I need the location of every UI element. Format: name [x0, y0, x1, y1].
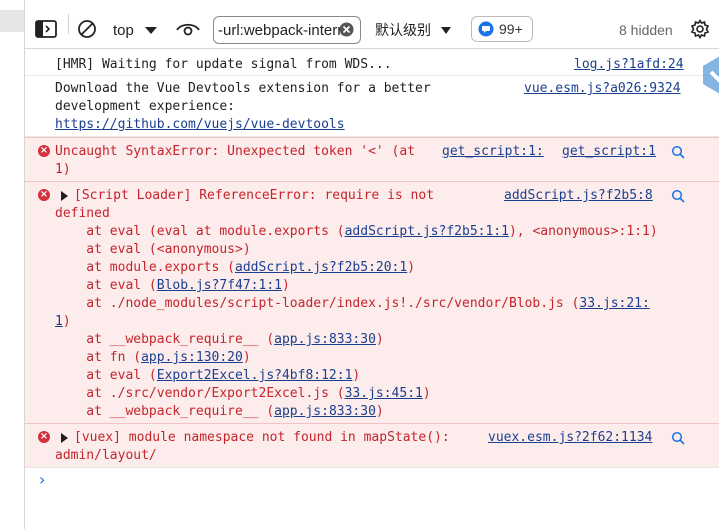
stack-text: at eval (<anonymous>) [55, 242, 251, 257]
stack-text: at __webpack_require__ ( [55, 404, 275, 419]
context-label: top [113, 21, 134, 39]
error-text: Uncaught SyntaxError: Unexpected token '… [55, 144, 423, 159]
stack-link[interactable]: Export2Excel.js?4bf8:12:1 [157, 368, 353, 383]
error-message: × Uncaught SyntaxError: Unexpected token… [25, 137, 719, 181]
filter-input[interactable] [214, 21, 344, 39]
stack-link[interactable]: app.js:130:20 [141, 350, 243, 365]
stack-link[interactable]: 1 [55, 314, 63, 329]
stack-trace-line: at fn (app.js:130:20) [55, 349, 251, 367]
stack-link[interactable]: 33.js:45:1 [345, 386, 423, 401]
extension-badge-icon [703, 56, 719, 94]
stack-link[interactable]: Blob.js?7f47:1:1 [157, 278, 282, 293]
source-link[interactable]: vuex.esm.js?2f62:1134 [488, 429, 652, 447]
stack-trace-line: at __webpack_require__ (app.js:833:30) [55, 331, 384, 349]
toolbar-divider [68, 14, 69, 34]
expand-arrow-icon[interactable] [61, 191, 68, 201]
left-panel-selected-item[interactable] [0, 10, 24, 32]
stack-text: at ./node_modules/script-loader/index.js… [55, 296, 580, 311]
message-text: Download the Vue Devtools extension for … [55, 81, 431, 96]
stack-link[interactable]: app.js:833:30 [274, 404, 376, 419]
filter-field[interactable] [213, 16, 361, 44]
live-expression-button[interactable] [175, 18, 201, 40]
log-level-label: 默认级别 [375, 22, 431, 38]
sidebar-toggle-icon [35, 20, 57, 38]
stack-text: at eval (eval at module.exports ( [55, 224, 345, 239]
stack-link[interactable]: 33.js:21: [579, 296, 649, 311]
stack-text: at eval ( [55, 278, 157, 293]
dropdown-arrow-icon [441, 26, 451, 34]
console-prompt[interactable]: › [39, 470, 45, 489]
search-icon[interactable] [671, 431, 685, 445]
issues-badge[interactable]: 99+ [471, 16, 533, 42]
stack-trace-line: at module.exports (addScript.js?f2b5:20:… [55, 259, 415, 277]
devtools-console: top 默认级别 [25, 0, 719, 529]
error-text: 1) [55, 162, 71, 177]
stack-trace-line: at eval (Blob.js?7f47:1:1) [55, 277, 290, 295]
hidden-count: 8 hidden [619, 22, 673, 38]
error-text: [vuex] module namespace not found in map… [74, 430, 450, 445]
stack-text: ), <anonymous>:1:1) [508, 224, 658, 239]
error-icon: × [38, 189, 50, 201]
stack-trace-line: at eval (<anonymous>) [55, 241, 251, 259]
divider [25, 467, 719, 468]
stack-text: at module.exports ( [55, 260, 236, 275]
error-icon: × [38, 431, 50, 443]
clear-console-button[interactable] [75, 17, 99, 41]
stack-text: ) [242, 350, 251, 365]
error-icon: × [38, 145, 50, 157]
stack-text: ) [281, 278, 290, 293]
console-message: [HMR] Waiting for update signal from WDS… [25, 54, 719, 76]
message-icon [478, 21, 494, 37]
source-link[interactable]: get_script:1 [562, 143, 656, 161]
source-link[interactable]: addScript.js?f2b5:8 [504, 187, 653, 205]
expand-arrow-icon[interactable] [61, 433, 68, 443]
stack-trace-line: at eval (Export2Excel.js?4bf8:12:1) [55, 367, 360, 385]
clear-filter-icon[interactable] [339, 22, 354, 37]
console-settings-button[interactable] [689, 18, 711, 40]
source-link[interactable]: log.js?1afd:24 [574, 56, 684, 74]
stack-trace-line: at ./src/vendor/Export2Excel.js (33.js:4… [55, 385, 431, 403]
source-link[interactable]: vue.esm.js?a026:9324 [524, 80, 681, 98]
console-message: Download the Vue Devtools extension for … [25, 77, 719, 137]
clear-icon [78, 20, 96, 38]
stack-text: ) [62, 314, 71, 329]
error-message: × [vuex] module namespace not found in m… [25, 423, 719, 467]
gear-icon [690, 19, 710, 39]
stack-text: at fn ( [55, 350, 142, 365]
stack-text: ) [352, 368, 361, 383]
stack-text: at ./src/vendor/Export2Excel.js ( [55, 386, 345, 401]
left-panel-edge [0, 0, 25, 529]
error-text: [Script Loader] ReferenceError: require … [74, 188, 435, 203]
dropdown-arrow-icon [144, 27, 157, 34]
stack-text: at eval ( [55, 368, 157, 383]
error-text: defined [55, 206, 110, 221]
message-text: [HMR] Waiting for update signal from WDS… [55, 57, 392, 72]
console-toolbar: top 默认级别 [25, 0, 719, 49]
stack-trace-line: at eval (eval at module.exports (addScri… [55, 223, 658, 241]
issues-count: 99+ [499, 21, 523, 37]
error-text: admin/layout/ [55, 448, 157, 463]
eye-icon [176, 23, 200, 36]
stack-trace-line: at ./node_modules/script-loader/index.js… [55, 295, 650, 313]
stack-text: at __webpack_require__ ( [55, 332, 275, 347]
stack-link[interactable]: addScript.js?f2b5:1:1 [345, 224, 509, 239]
stack-text: ) [375, 332, 384, 347]
stack-text: ) [375, 404, 384, 419]
stack-text: ) [422, 386, 431, 401]
message-text: development experience: [55, 99, 236, 114]
stack-link[interactable]: app.js:833:30 [274, 332, 376, 347]
log-level-dropdown[interactable]: 默认级别 [375, 16, 452, 44]
stack-link[interactable]: get_script:1: [442, 143, 544, 161]
stack-trace-line: at __webpack_require__ (app.js:833:30) [55, 403, 384, 421]
search-icon[interactable] [671, 189, 685, 203]
devtools-url-link[interactable]: https://github.com/vuejs/vue-devtools [55, 116, 345, 134]
stack-text: ) [407, 260, 416, 275]
stack-trace-line: 1) [55, 313, 71, 331]
console-messages: [HMR] Waiting for update signal from WDS… [25, 49, 719, 529]
search-icon[interactable] [671, 145, 685, 159]
error-message: × [Script Loader] ReferenceError: requir… [25, 181, 719, 423]
stack-link[interactable]: addScript.js?f2b5:20:1 [235, 260, 407, 275]
context-selector[interactable]: top [109, 16, 165, 44]
sidebar-toggle-button[interactable] [33, 18, 59, 40]
